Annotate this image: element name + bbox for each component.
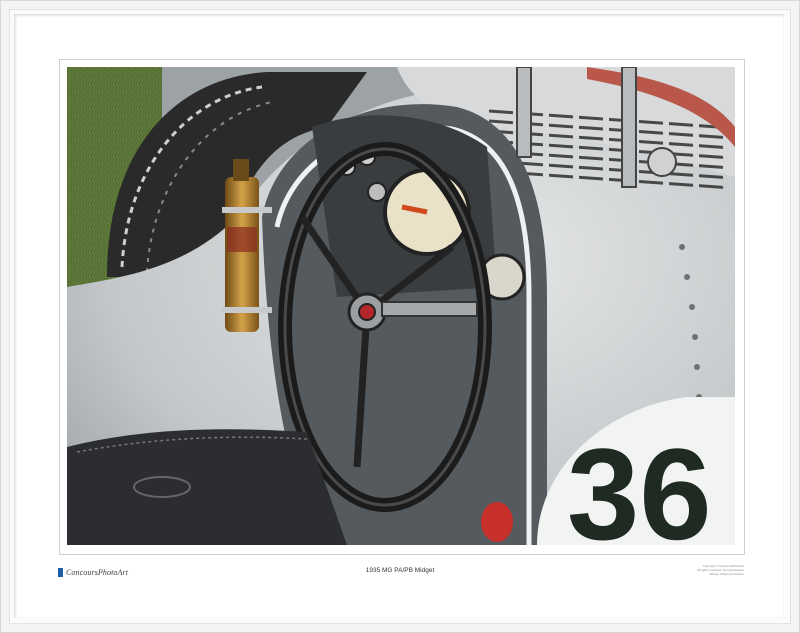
artwork-photo: 36 xyxy=(67,67,735,545)
brand-name: ConcoursPhotoArt xyxy=(66,567,129,577)
artwork-illustration: 36 xyxy=(67,67,735,545)
brand-logo: ConcoursPhotoArt xyxy=(58,566,128,578)
brand-mark-icon xyxy=(58,567,63,577)
artwork-caption: 1935 MG PA/PB Midget xyxy=(365,567,435,574)
red-cap xyxy=(481,502,513,542)
small-gauge-right xyxy=(367,182,387,202)
fineprint-line: without written permission xyxy=(709,572,744,576)
race-number: 36 xyxy=(567,421,712,545)
copyright-fineprint: Copyright © ConcoursPhotoArt All rights … xyxy=(676,564,744,576)
steering-column xyxy=(381,301,478,317)
